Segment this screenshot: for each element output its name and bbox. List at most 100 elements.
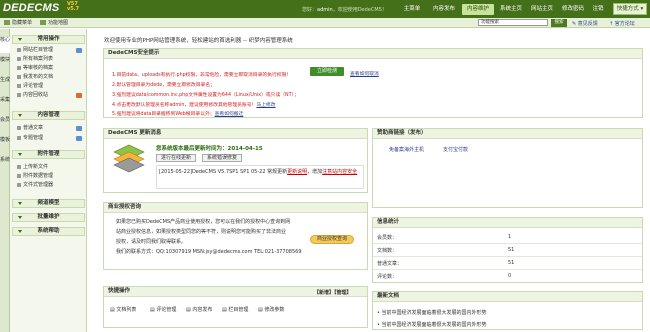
menu-item-channels[interactable]: 网站栏目管理	[17, 47, 53, 54]
nav-change-password[interactable]: 修改密码	[558, 4, 588, 15]
sponsor-link-alipay[interactable]: 支付宝付款	[443, 146, 468, 153]
menu-section-content[interactable]: 内容管理	[12, 111, 85, 120]
system-repair-button[interactable]: 系统错误修复	[202, 154, 242, 162]
stats-label: 评论数：	[377, 274, 398, 280]
menu-item-file-manager[interactable]: 文件式管理器	[17, 182, 53, 189]
menu-item-articles[interactable]: 普通文章	[17, 125, 43, 132]
quick-doc-list[interactable]: ▤ 文档列表	[110, 306, 136, 313]
security-notice-4: 4.点击更改默认管理员名称admin，建议使用修改其他管理员账号！马上修改	[112, 101, 276, 108]
doc-icon	[17, 125, 21, 130]
menu-item-upload[interactable]: 上传新文件	[17, 164, 48, 171]
online-update-button[interactable]: 进行在线更新	[156, 154, 196, 162]
license-panel: 商业授权咨询 如果您已购买DedeCMS产品商业使用授权，您可以在我们的授权中心…	[103, 202, 368, 270]
quick-doc-list-label: 文档列表	[116, 307, 137, 313]
sponsor-link-hosting[interactable]: 免备案海外主机	[389, 146, 424, 153]
quick-publish[interactable]: ▤ 内容发布	[186, 306, 212, 313]
menu-item-label: 专题管理	[23, 135, 44, 141]
side-tab-system[interactable]: 系统	[0, 157, 10, 173]
menu-section-attachments[interactable]: 附件管理	[12, 150, 85, 159]
side-tab-collect[interactable]: 采集	[0, 97, 10, 113]
stats-panel: 信息统计 会员数： 1 文档数： 51 普通文章： 51 评论数： 0	[372, 217, 643, 283]
update-news-text: [2015-05-22]DedeCMS V5.7SP1 SP1 05-22 常规…	[159, 169, 288, 175]
nav-site-home[interactable]: 网站主页	[528, 4, 556, 15]
nav-maintain[interactable]: 内容维护	[462, 4, 494, 15]
menu-section-batch[interactable]: 批量维护	[12, 213, 85, 222]
security-notice-5-link[interactable]: 查看如何搬迁	[215, 112, 244, 117]
nav-system-home[interactable]: 系统主页	[496, 4, 526, 15]
side-tab-module-label: 模块	[0, 57, 11, 63]
add-article-icon[interactable]	[76, 126, 82, 131]
hide-menu-button[interactable]: 隐藏菜单	[4, 19, 32, 27]
quick-settings[interactable]: ▤ 修改参数	[258, 306, 284, 313]
sponsor-panel: 赞助商链接（发布） 免备案海外主机 支付宝付款	[372, 128, 643, 208]
quick-shortcut-button[interactable]: 快捷方式 ▾	[613, 3, 647, 15]
quick-channels-label: 栏目管理	[228, 307, 249, 313]
side-tab-member[interactable]: 会员	[0, 117, 10, 133]
nav-publish[interactable]: 内容发布	[428, 4, 460, 15]
menu-item-pending[interactable]: 等审核的档案	[17, 65, 53, 72]
update-panel: DedeCMS 更新消息 您系统版本最后更新时间为：2014-04-15 进行在…	[103, 128, 368, 193]
license-query-button[interactable]: 商业授权查询	[310, 235, 354, 244]
recycle-clear-icon[interactable]	[76, 93, 82, 98]
menu-item-my-docs[interactable]: 我发布的文档	[17, 74, 53, 81]
quick-comments-label: 评论管理	[156, 307, 177, 313]
stats-label: 文档数：	[377, 248, 398, 254]
quick-ops-panel: 快捷操作 【新增】【管理】 ▤ 文档列表 ▤ 评论管理 ▤ 内容发布 ▤ 栏目管…	[103, 286, 368, 328]
update-news-link[interactable]: 更新说明	[287, 169, 307, 175]
side-tab-core[interactable]: 核心	[0, 37, 10, 53]
security-notice-4-link[interactable]: 马上修改	[256, 103, 275, 108]
how-to-cancel-link[interactable]: 查看如何取消	[350, 70, 379, 77]
menu-item-label: 我发布的文档	[23, 74, 54, 80]
nav-logout[interactable]: 注销	[590, 4, 606, 15]
function-map-button[interactable]: 功能地图	[40, 19, 68, 27]
search-button[interactable]: 搜索	[551, 19, 567, 27]
quick-comments[interactable]: ▤ 评论管理	[150, 306, 176, 313]
feedback-link[interactable]: ✎ 意见反馈	[572, 20, 598, 27]
detect-now-button[interactable]: 立即检测	[310, 67, 344, 76]
menu-section-help[interactable]: 系统帮助	[12, 227, 85, 236]
security-notice-5: 5.强烈建议将data目录搬移到Web根目录以外；查看如何搬迁	[112, 110, 243, 117]
security-notice-5-text: 5.强烈建议将data目录搬移到Web根目录以外；	[112, 112, 215, 117]
menu-item-comments[interactable]: 评论管理	[17, 83, 43, 90]
update-news-link-2[interactable]: 注意站内容安全	[322, 169, 357, 175]
forum-link[interactable]: ↑ 官方论坛	[609, 20, 635, 27]
logo-version: V57 v5.7	[67, 2, 79, 12]
menu-section-channel-model[interactable]: 频道模型	[12, 199, 85, 208]
side-tab-generate[interactable]: 生成	[0, 77, 10, 93]
security-notice-4-text: 4.点击更改默认管理员名称admin，建议使用修改其他管理员账号！	[112, 103, 257, 108]
menu-item-all-docs[interactable]: 所有档案列表	[17, 56, 53, 63]
function-map-label: 功能地图	[48, 20, 69, 26]
stats-panel-title: 信息统计	[373, 218, 642, 228]
menu-item-attach-data[interactable]: 附件数据管理	[17, 173, 53, 180]
security-notice-2: 2.默认管理目录为dede，需要立即修改目录名；	[112, 83, 215, 88]
menu-item-label: 文件式管理器	[23, 182, 54, 188]
nav-main-menu[interactable]: 主菜单	[398, 4, 426, 15]
function-search-input[interactable]: 功能搜索	[478, 19, 548, 26]
menu-section-common[interactable]: 常用操作	[12, 35, 85, 44]
menu-section-attachments-title: 附件管理	[37, 151, 60, 157]
dedecms-logo: DEDECMS	[3, 2, 60, 14]
username-link[interactable]: admin	[317, 7, 333, 13]
doc-icon	[17, 56, 21, 61]
collapse-arrow-icon	[18, 216, 22, 219]
side-tab-template-label: 模板	[0, 137, 11, 143]
license-text-2: 站商业授权信息，如果授权类型同您的等不符，则说明您可能购买了非法商业	[116, 229, 287, 235]
page-title: 欢迎使用专业的PHP网站管理系统，轻松建站的首选利器 -- 织梦内容管理系统	[104, 38, 293, 44]
side-tab-module[interactable]: 模块	[0, 57, 10, 73]
latest-doc-item[interactable]: • 当前中国经济发展面临着很大发展的国内外形势	[377, 321, 487, 328]
add-special-icon[interactable]	[76, 136, 82, 141]
stats-label: 普通文章：	[377, 261, 403, 267]
menu-section-content-title: 内容管理	[37, 112, 60, 118]
menu-section-batch-title: 批量维护	[37, 214, 60, 220]
menu-item-specials[interactable]: 专题管理	[17, 135, 43, 142]
quick-channels[interactable]: ▤ 栏目管理	[222, 306, 248, 313]
add-channel-icon[interactable]	[76, 48, 82, 53]
quick-ops-add-manage[interactable]: 【新增】【管理】	[314, 289, 352, 296]
doc-icon	[17, 164, 21, 169]
side-tab-template[interactable]: 模板	[0, 137, 10, 153]
welcome-suffix: ，欢迎使用DedeCMS！	[332, 7, 387, 13]
menu-item-recycle[interactable]: 内容回收站	[17, 92, 48, 99]
forum-label: 官方论坛	[614, 21, 635, 27]
stats-row: 评论数： 0	[373, 270, 642, 283]
latest-doc-item[interactable]: • 当前中国经济发展面临着很大发展的国内外形势	[377, 309, 487, 316]
